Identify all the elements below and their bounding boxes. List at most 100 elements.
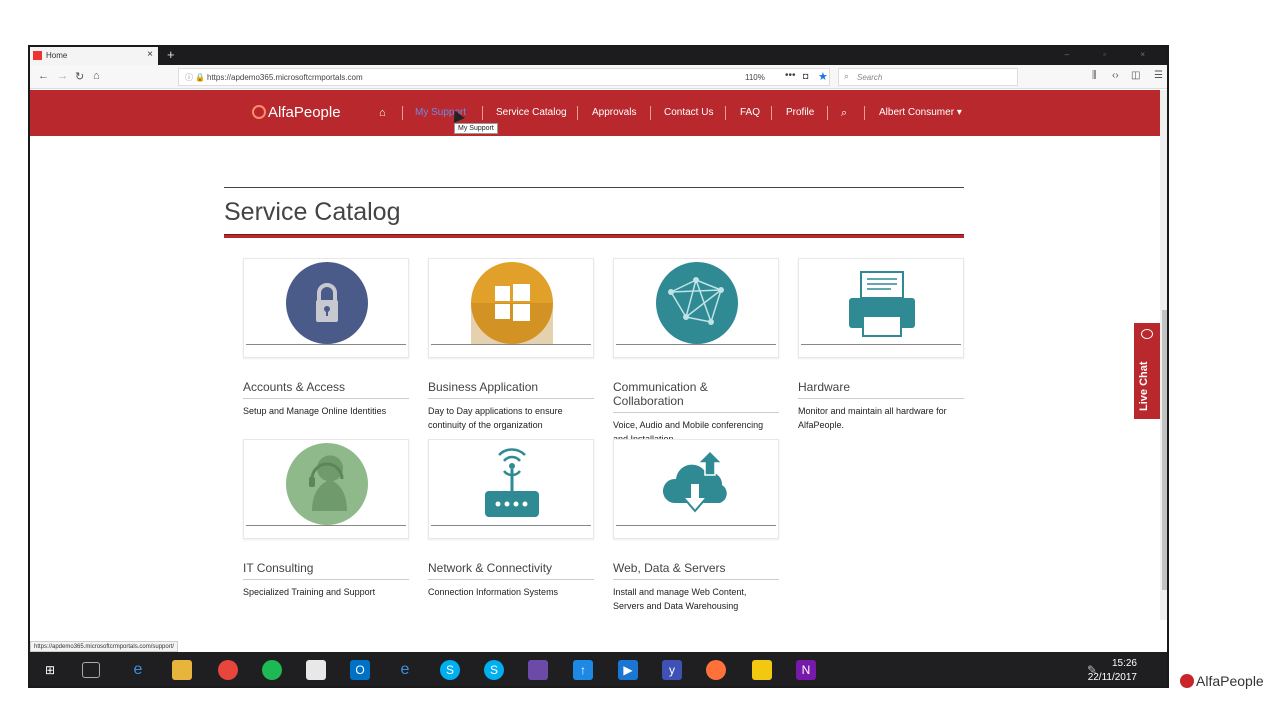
chrome-icon[interactable]	[218, 660, 238, 680]
user-menu[interactable]: Albert Consumer ▾	[879, 107, 962, 118]
card-divider	[616, 344, 776, 345]
firefox-icon[interactable]	[706, 660, 726, 680]
onenote-icon[interactable]: N	[796, 660, 816, 680]
new-tab-button[interactable]: +	[167, 47, 175, 62]
chat-bubble-icon	[1141, 329, 1153, 339]
skype-business-icon[interactable]: S	[484, 660, 504, 680]
edge-icon[interactable]: e	[128, 660, 148, 680]
yammer-icon[interactable]: y	[662, 660, 682, 680]
site-header: AlfaPeople ⌂ My Support Service Catalog …	[30, 90, 1160, 136]
card-description: Connection Information Systems	[428, 587, 559, 597]
site-logo[interactable]: AlfaPeople	[252, 104, 341, 121]
card-description: Specialized Training and Support	[243, 587, 376, 597]
menu-icon[interactable]: ☰	[1154, 70, 1163, 81]
card-description: Monitor and maintain all hardware for Al…	[798, 406, 947, 430]
play-app-icon[interactable]: ▶	[618, 660, 638, 680]
nav-divider	[402, 106, 403, 120]
card-title-rule	[613, 579, 779, 580]
nav-profile[interactable]: Profile	[786, 107, 814, 118]
nav-divider	[650, 106, 651, 120]
printer-icon	[841, 262, 923, 344]
site-favicon-icon	[33, 51, 42, 60]
card-title[interactable]: Accounts & Access	[243, 380, 409, 394]
navigation-toolbar: ← → ↻ ⌂ ⓘ 🔒 https://apdemo365.microsoftc…	[30, 65, 1167, 89]
tooltip: My Support	[454, 123, 498, 134]
library-icon[interactable]: ⫼	[1092, 70, 1097, 81]
card-image[interactable]	[243, 439, 409, 539]
visual-studio-icon[interactable]	[528, 660, 548, 680]
card-title[interactable]: Web, Data & Servers	[613, 561, 779, 575]
home-nav-icon[interactable]: ⌂	[379, 107, 386, 119]
card-image[interactable]	[613, 258, 779, 358]
card-image[interactable]	[613, 439, 779, 539]
card-title[interactable]: Hardware	[798, 380, 964, 394]
close-tab-icon[interactable]: ×	[147, 49, 153, 60]
card-title[interactable]: Communication & Collaboration	[613, 380, 779, 408]
windows-taskbar: ⊞ e O e S S ↑ ▶ y N ✎ 15:26 22/11/2017	[30, 652, 1167, 686]
nav-approvals[interactable]: Approvals	[592, 107, 636, 118]
cloud-transfer-icon	[656, 443, 738, 525]
address-bar[interactable]: ⓘ 🔒 https://apdemo365.microsoftcrmportal…	[178, 68, 830, 86]
logo-mark-icon	[252, 105, 266, 119]
nav-divider	[725, 106, 726, 120]
browser-window: Home × + – ▫ × ← → ↻ ⌂ ⓘ 🔒 https://apdem…	[28, 45, 1169, 688]
card-image[interactable]	[798, 258, 964, 358]
internet-explorer-icon[interactable]: e	[395, 660, 415, 680]
card-image[interactable]	[428, 258, 594, 358]
sidebar-icon[interactable]: ◫	[1131, 70, 1140, 81]
store-icon[interactable]	[306, 660, 326, 680]
outlook-icon[interactable]: O	[350, 660, 370, 680]
bookmark-star-icon[interactable]: ★	[818, 70, 828, 83]
nav-faq[interactable]: FAQ	[740, 107, 760, 118]
windows-start-icon[interactable]: ⊞	[40, 660, 60, 680]
spotify-icon[interactable]	[262, 660, 282, 680]
brand-mark-icon	[1180, 674, 1194, 688]
upload-app-icon[interactable]: ↑	[573, 660, 593, 680]
card-title-rule	[428, 398, 594, 399]
card-divider	[431, 525, 591, 526]
page-actions-icon[interactable]: •••	[785, 70, 796, 81]
web-page: AlfaPeople ⌂ My Support Service Catalog …	[30, 90, 1160, 620]
card-title[interactable]: IT Consulting	[243, 561, 409, 575]
card-image[interactable]	[428, 439, 594, 539]
site-search-icon[interactable]: ⌕	[841, 107, 847, 120]
card-title-rule	[428, 579, 594, 580]
back-icon[interactable]: ←	[38, 70, 49, 82]
skype-icon[interactable]: S	[440, 660, 460, 680]
reload-icon[interactable]: ↻	[75, 70, 84, 83]
router-icon	[471, 443, 553, 525]
scrollbar-thumb[interactable]	[1162, 310, 1167, 590]
card-title[interactable]: Business Application	[428, 380, 594, 394]
search-box[interactable]: ⌕ Search	[838, 68, 1018, 86]
forward-icon[interactable]: →	[57, 70, 68, 82]
live-chat-button[interactable]: Live Chat	[1134, 323, 1160, 419]
nav-divider	[771, 106, 772, 120]
nav-divider	[482, 106, 483, 120]
system-clock[interactable]: 15:26 22/11/2017	[1088, 657, 1137, 685]
dev-tools-icon[interactable]: ‹›	[1112, 70, 1119, 81]
home-icon[interactable]: ⌂	[93, 70, 100, 82]
tab-home[interactable]: Home ×	[30, 47, 158, 65]
card-title-rule	[798, 398, 964, 399]
page-scrollbar[interactable]	[1160, 90, 1167, 620]
file-explorer-icon[interactable]	[172, 660, 192, 680]
pocket-icon[interactable]: ◘	[803, 71, 808, 81]
clock-time: 15:26	[1111, 658, 1137, 669]
task-view-icon[interactable]	[82, 662, 100, 678]
card-description: Setup and Manage Online Identities	[243, 406, 387, 416]
title-rule	[224, 187, 964, 188]
window-controls[interactable]: – ▫ ×	[1065, 50, 1161, 59]
logo-text: AlfaPeople	[268, 104, 341, 121]
card-description: Day to Day applications to ensure contin…	[428, 406, 563, 430]
power-bi-icon[interactable]	[752, 660, 772, 680]
card-image[interactable]	[243, 258, 409, 358]
nav-contact-us[interactable]: Contact Us	[664, 107, 713, 118]
live-chat-label: Live Chat	[1138, 361, 1150, 411]
zoom-level[interactable]: 110%	[745, 73, 765, 82]
network-globe-icon	[656, 262, 738, 344]
card-divider	[246, 525, 406, 526]
nav-divider	[577, 106, 578, 120]
card-title[interactable]: Network & Connectivity	[428, 561, 594, 575]
nav-service-catalog[interactable]: Service Catalog	[496, 107, 567, 118]
nav-divider	[827, 106, 828, 120]
